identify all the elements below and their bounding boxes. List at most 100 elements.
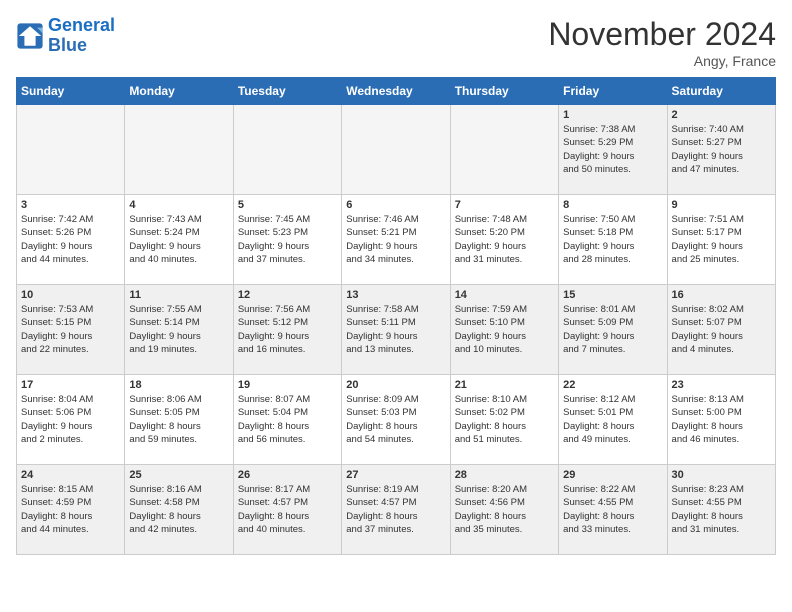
day-info: Sunrise: 7:56 AM Sunset: 5:12 PM Dayligh… [238, 303, 337, 356]
day-number: 2 [672, 109, 771, 121]
day-number: 18 [129, 379, 228, 391]
calendar-cell: 13 Sunrise: 7:58 AM Sunset: 5:11 PM Dayli… [342, 285, 450, 375]
day-info: Sunrise: 8:02 AM Sunset: 5:07 PM Dayligh… [672, 303, 771, 356]
day-number: 13 [346, 289, 445, 301]
day-number: 24 [21, 469, 120, 481]
day-number: 15 [563, 289, 662, 301]
day-number: 30 [672, 469, 771, 481]
weekday-header: Wednesday [342, 78, 450, 105]
logo: General Blue [16, 16, 115, 56]
logo-text: General Blue [48, 16, 115, 56]
calendar-table: SundayMondayTuesdayWednesdayThursdayFrid… [16, 77, 776, 555]
day-number: 25 [129, 469, 228, 481]
day-info: Sunrise: 7:43 AM Sunset: 5:24 PM Dayligh… [129, 213, 228, 266]
day-number: 4 [129, 199, 228, 211]
day-info: Sunrise: 7:50 AM Sunset: 5:18 PM Dayligh… [563, 213, 662, 266]
day-number: 19 [238, 379, 337, 391]
day-number: 23 [672, 379, 771, 391]
day-number: 16 [672, 289, 771, 301]
calendar-cell: 8 Sunrise: 7:50 AM Sunset: 5:18 PM Daylig… [559, 195, 667, 285]
day-info: Sunrise: 8:01 AM Sunset: 5:09 PM Dayligh… [563, 303, 662, 356]
calendar-cell: 20Sunrise: 8:09 AM Sunset: 5:03 PM Dayli… [342, 375, 450, 465]
day-info: Sunrise: 7:59 AM Sunset: 5:10 PM Dayligh… [455, 303, 554, 356]
calendar-cell: 4 Sunrise: 7:43 AM Sunset: 5:24 PM Daylig… [125, 195, 233, 285]
weekday-header-row: SundayMondayTuesdayWednesdayThursdayFrid… [17, 78, 776, 105]
calendar-cell [233, 105, 341, 195]
day-number: 1 [563, 109, 662, 121]
day-info: Sunrise: 8:17 AM Sunset: 4:57 PM Dayligh… [238, 483, 337, 536]
day-info: Sunrise: 8:04 AM Sunset: 5:06 PM Dayligh… [21, 393, 120, 446]
calendar-cell: 11 Sunrise: 7:55 AM Sunset: 5:14 PM Dayli… [125, 285, 233, 375]
page-header: General Blue November 2024 Angy, France [16, 16, 776, 69]
day-info: Sunrise: 7:48 AM Sunset: 5:20 PM Dayligh… [455, 213, 554, 266]
day-info: Sunrise: 7:53 AM Sunset: 5:15 PM Dayligh… [21, 303, 120, 356]
calendar-cell: 2 Sunrise: 7:40 AM Sunset: 5:27 PM Daylig… [667, 105, 775, 195]
day-number: 21 [455, 379, 554, 391]
day-info: Sunrise: 8:09 AM Sunset: 5:03 PM Dayligh… [346, 393, 445, 446]
calendar-cell: 7 Sunrise: 7:48 AM Sunset: 5:20 PM Daylig… [450, 195, 558, 285]
calendar-cell: 16 Sunrise: 8:02 AM Sunset: 5:07 PM Dayli… [667, 285, 775, 375]
day-info: Sunrise: 7:38 AM Sunset: 5:29 PM Dayligh… [563, 123, 662, 176]
calendar-cell: 14 Sunrise: 7:59 AM Sunset: 5:10 PM Dayli… [450, 285, 558, 375]
day-info: Sunrise: 8:16 AM Sunset: 4:58 PM Dayligh… [129, 483, 228, 536]
calendar-cell: 18Sunrise: 8:06 AM Sunset: 5:05 PM Dayli… [125, 375, 233, 465]
day-number: 6 [346, 199, 445, 211]
day-number: 7 [455, 199, 554, 211]
calendar-cell [450, 105, 558, 195]
day-info: Sunrise: 8:12 AM Sunset: 5:01 PM Dayligh… [563, 393, 662, 446]
month-title: November 2024 [548, 16, 776, 53]
day-info: Sunrise: 7:46 AM Sunset: 5:21 PM Dayligh… [346, 213, 445, 266]
day-info: Sunrise: 7:40 AM Sunset: 5:27 PM Dayligh… [672, 123, 771, 176]
day-number: 8 [563, 199, 662, 211]
day-info: Sunrise: 7:55 AM Sunset: 5:14 PM Dayligh… [129, 303, 228, 356]
calendar-cell: 24 Sunrise: 8:15 AM Sunset: 4:59 PM Dayli… [17, 465, 125, 555]
calendar-cell: 9 Sunrise: 7:51 AM Sunset: 5:17 PM Daylig… [667, 195, 775, 285]
weekday-header: Sunday [17, 78, 125, 105]
calendar-cell: 26 Sunrise: 8:17 AM Sunset: 4:57 PM Dayli… [233, 465, 341, 555]
calendar-cell [342, 105, 450, 195]
day-number: 29 [563, 469, 662, 481]
calendar-cell: 17 Sunrise: 8:04 AM Sunset: 5:06 PM Dayli… [17, 375, 125, 465]
day-number: 22 [563, 379, 662, 391]
calendar-cell: 27Sunrise: 8:19 AM Sunset: 4:57 PM Dayli… [342, 465, 450, 555]
day-number: 5 [238, 199, 337, 211]
day-number: 9 [672, 199, 771, 211]
day-number: 11 [129, 289, 228, 301]
calendar-cell: 25 Sunrise: 8:16 AM Sunset: 4:58 PM Dayli… [125, 465, 233, 555]
day-number: 12 [238, 289, 337, 301]
day-number: 26 [238, 469, 337, 481]
day-number: 14 [455, 289, 554, 301]
calendar-cell: 3Sunrise: 7:42 AM Sunset: 5:26 PM Daylig… [17, 195, 125, 285]
day-info: Sunrise: 8:13 AM Sunset: 5:00 PM Dayligh… [672, 393, 771, 446]
calendar-cell: 30 Sunrise: 8:23 AM Sunset: 4:55 PM Dayli… [667, 465, 775, 555]
calendar-cell: 1 Sunrise: 7:38 AM Sunset: 5:29 PM Daylig… [559, 105, 667, 195]
calendar-cell: 21Sunrise: 8:10 AM Sunset: 5:02 PM Dayli… [450, 375, 558, 465]
day-number: 10 [21, 289, 120, 301]
calendar-cell: 23 Sunrise: 8:13 AM Sunset: 5:00 PM Dayli… [667, 375, 775, 465]
calendar-cell: 19 Sunrise: 8:07 AM Sunset: 5:04 PM Dayli… [233, 375, 341, 465]
day-info: Sunrise: 8:23 AM Sunset: 4:55 PM Dayligh… [672, 483, 771, 536]
calendar-cell: 12 Sunrise: 7:56 AM Sunset: 5:12 PM Dayli… [233, 285, 341, 375]
day-info: Sunrise: 8:15 AM Sunset: 4:59 PM Dayligh… [21, 483, 120, 536]
title-block: November 2024 Angy, France [548, 16, 776, 69]
day-number: 28 [455, 469, 554, 481]
calendar-row: 17 Sunrise: 8:04 AM Sunset: 5:06 PM Dayli… [17, 375, 776, 465]
day-info: Sunrise: 8:20 AM Sunset: 4:56 PM Dayligh… [455, 483, 554, 536]
day-info: Sunrise: 7:51 AM Sunset: 5:17 PM Dayligh… [672, 213, 771, 266]
calendar-row: 1 Sunrise: 7:38 AM Sunset: 5:29 PM Daylig… [17, 105, 776, 195]
calendar-cell: 29 Sunrise: 8:22 AM Sunset: 4:55 PM Dayli… [559, 465, 667, 555]
day-number: 17 [21, 379, 120, 391]
location: Angy, France [548, 53, 776, 69]
day-info: Sunrise: 8:19 AM Sunset: 4:57 PM Dayligh… [346, 483, 445, 536]
day-info: Sunrise: 8:22 AM Sunset: 4:55 PM Dayligh… [563, 483, 662, 536]
day-info: Sunrise: 7:45 AM Sunset: 5:23 PM Dayligh… [238, 213, 337, 266]
weekday-header: Friday [559, 78, 667, 105]
weekday-header: Tuesday [233, 78, 341, 105]
calendar-cell: 15 Sunrise: 8:01 AM Sunset: 5:09 PM Dayli… [559, 285, 667, 375]
day-info: Sunrise: 8:07 AM Sunset: 5:04 PM Dayligh… [238, 393, 337, 446]
calendar-cell: 10 Sunrise: 7:53 AM Sunset: 5:15 PM Dayli… [17, 285, 125, 375]
calendar-cell: 6 Sunrise: 7:46 AM Sunset: 5:21 PM Daylig… [342, 195, 450, 285]
day-info: Sunrise: 7:42 AM Sunset: 5:26 PM Dayligh… [21, 213, 120, 266]
weekday-header: Saturday [667, 78, 775, 105]
day-info: Sunrise: 7:58 AM Sunset: 5:11 PM Dayligh… [346, 303, 445, 356]
